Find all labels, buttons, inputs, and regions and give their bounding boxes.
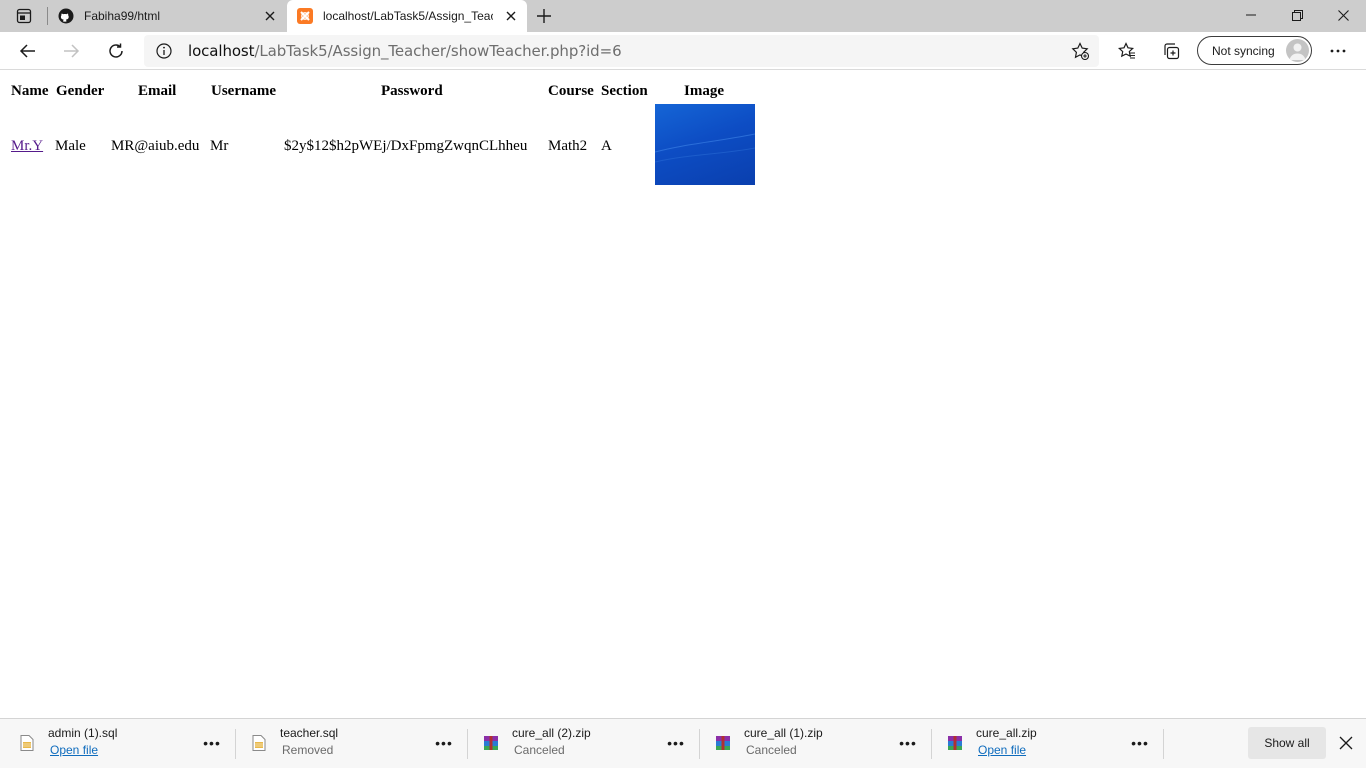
download-more-button[interactable]: ••• bbox=[432, 733, 456, 753]
download-item[interactable]: cure_all (2).zip Canceled ••• bbox=[464, 719, 696, 767]
minimize-icon bbox=[1246, 14, 1256, 16]
download-item[interactable]: cure_all.zip Open file ••• bbox=[928, 719, 1160, 767]
tab-actions-icon bbox=[16, 8, 32, 24]
url-path: /LabTask5/Assign_Teacher/showTeacher.php… bbox=[254, 42, 622, 60]
settings-more-button[interactable] bbox=[1322, 35, 1354, 67]
download-more-button[interactable]: ••• bbox=[896, 733, 920, 753]
more-options-icon bbox=[1330, 49, 1346, 53]
tab-strip: Fabiha99/html localhost/LabTask5/Assign_… bbox=[0, 0, 1366, 32]
winrar-archive-icon bbox=[948, 736, 962, 750]
arrow-left-icon bbox=[19, 44, 35, 58]
collections-icon bbox=[1164, 43, 1180, 60]
profile-button[interactable]: Not syncing bbox=[1197, 36, 1312, 65]
header-image: Image bbox=[684, 83, 724, 99]
url-host: localhost bbox=[188, 42, 255, 60]
sql-file-icon bbox=[252, 735, 266, 751]
header-password: Password bbox=[381, 83, 443, 99]
download-filename: cure_all.zip bbox=[976, 726, 1037, 740]
header-course: Course bbox=[548, 83, 594, 99]
download-item[interactable]: cure_all (1).zip Canceled ••• bbox=[696, 719, 928, 767]
open-file-link[interactable]: Open file bbox=[978, 743, 1026, 757]
arrow-right-icon bbox=[64, 44, 80, 58]
avatar bbox=[1286, 39, 1309, 62]
tab-show-teacher[interactable]: localhost/LabTask5/Assign_Teacher/showTe… bbox=[287, 0, 527, 32]
refresh-icon bbox=[109, 43, 123, 58]
profile-sync-label: Not syncing bbox=[1212, 43, 1275, 58]
xampp-icon bbox=[297, 8, 313, 24]
header-name: Name bbox=[11, 83, 49, 99]
close-tab-icon[interactable] bbox=[262, 8, 278, 24]
download-filename: cure_all (1).zip bbox=[744, 726, 823, 740]
cell-gender: Male bbox=[55, 138, 86, 154]
favorites-button[interactable] bbox=[1111, 35, 1143, 67]
divider bbox=[1163, 729, 1164, 759]
winrar-archive-icon bbox=[716, 736, 730, 750]
cell-password: $2y$12$h2pWEj/DxFpmgZwqnCLhheu bbox=[284, 138, 528, 154]
restore-icon bbox=[1291, 9, 1303, 21]
browser-toolbar: localhost/LabTask5/Assign_Teacher/showTe… bbox=[0, 32, 1366, 70]
info-icon[interactable] bbox=[156, 43, 172, 59]
favorites-icon bbox=[1118, 42, 1135, 59]
download-more-button[interactable]: ••• bbox=[664, 733, 688, 753]
download-item[interactable]: admin (1).sql Open file ••• bbox=[0, 719, 232, 767]
tab-github[interactable]: Fabiha99/html bbox=[48, 0, 286, 32]
page-content: Name Gender Email Username Password Cour… bbox=[0, 71, 1366, 718]
address-bar[interactable]: localhost/LabTask5/Assign_Teacher/showTe… bbox=[144, 35, 1099, 67]
tab-title: Fabiha99/html bbox=[84, 9, 161, 23]
download-shelf: admin (1).sql Open file ••• teacher.sql … bbox=[0, 718, 1366, 768]
url-text[interactable]: localhost/LabTask5/Assign_Teacher/showTe… bbox=[188, 42, 622, 60]
close-downloads-button[interactable] bbox=[1334, 731, 1358, 755]
collections-button[interactable] bbox=[1155, 35, 1187, 67]
add-favorite-icon[interactable] bbox=[1071, 42, 1089, 60]
download-filename: cure_all (2).zip bbox=[512, 726, 591, 740]
cell-name: Mr.Y bbox=[11, 138, 43, 155]
close-icon bbox=[1339, 736, 1353, 750]
close-icon bbox=[1337, 9, 1349, 21]
download-more-button[interactable]: ••• bbox=[200, 733, 224, 753]
header-gender: Gender bbox=[56, 83, 105, 99]
close-tab-icon[interactable] bbox=[503, 8, 519, 24]
download-item[interactable]: teacher.sql Removed ••• bbox=[232, 719, 464, 767]
tab-title: localhost/LabTask5/Assign_Teacher/showTe… bbox=[323, 9, 493, 23]
cell-email: MR@aiub.edu bbox=[111, 138, 200, 154]
cell-course: Math2 bbox=[548, 138, 588, 154]
show-all-downloads-button[interactable]: Show all bbox=[1248, 727, 1326, 759]
close-window-button[interactable] bbox=[1320, 0, 1366, 30]
github-icon bbox=[58, 8, 74, 24]
restore-button[interactable] bbox=[1274, 0, 1320, 30]
download-filename: admin (1).sql bbox=[48, 726, 118, 740]
plus-icon bbox=[537, 9, 551, 23]
new-tab-button[interactable] bbox=[532, 4, 556, 28]
winrar-archive-icon bbox=[484, 736, 498, 750]
minimize-button[interactable] bbox=[1228, 0, 1274, 30]
sql-file-icon bbox=[20, 735, 34, 751]
cell-section: A bbox=[601, 138, 612, 154]
header-email: Email bbox=[138, 83, 177, 99]
tab-actions-button[interactable] bbox=[8, 4, 40, 28]
download-status: Canceled bbox=[514, 743, 565, 757]
refresh-button[interactable] bbox=[100, 35, 132, 67]
teacher-name-link[interactable]: Mr.Y bbox=[11, 138, 43, 154]
download-status: Canceled bbox=[746, 743, 797, 757]
forward-button[interactable] bbox=[55, 35, 87, 67]
open-file-link[interactable]: Open file bbox=[50, 743, 98, 757]
teacher-image bbox=[655, 104, 755, 185]
download-status: Removed bbox=[282, 743, 334, 757]
download-more-button[interactable]: ••• bbox=[1128, 733, 1152, 753]
back-button[interactable] bbox=[12, 35, 44, 67]
header-username: Username bbox=[211, 83, 276, 99]
download-filename: teacher.sql bbox=[280, 726, 339, 740]
header-section: Section bbox=[601, 83, 648, 99]
cell-username: Mr bbox=[210, 138, 229, 154]
